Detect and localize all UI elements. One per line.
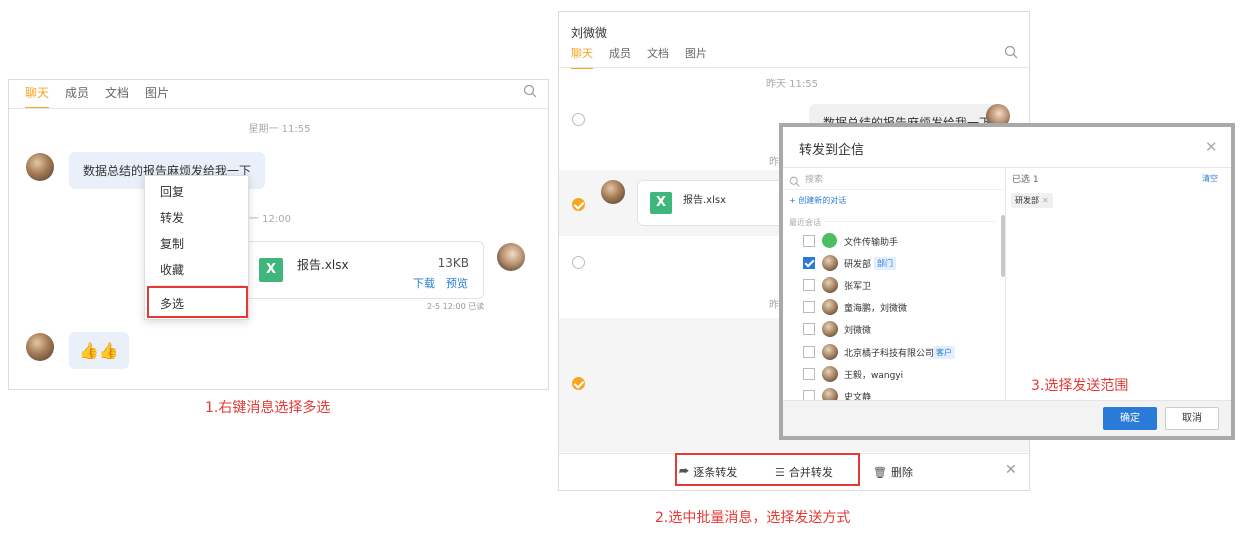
trash-icon: 🗑	[873, 465, 887, 479]
timestamp: 星期一 11:55	[248, 124, 311, 135]
dialog-header-divider	[783, 167, 1231, 168]
select-message-radio[interactable]	[572, 377, 585, 390]
step-caption-3: 3.选择发送范围	[1031, 378, 1129, 394]
column-divider	[1005, 168, 1006, 400]
menu-item-favorite[interactable]: 收藏	[160, 261, 184, 278]
contact-tag: 部门	[874, 257, 896, 270]
contact-avatar	[822, 277, 838, 293]
tab-members[interactable]: 成员	[65, 84, 89, 109]
excel-file-icon: X	[650, 192, 672, 214]
contact-avatar	[822, 255, 838, 271]
menu-item-reply[interactable]: 回复	[160, 183, 184, 200]
search-icon[interactable]	[523, 83, 537, 98]
cancel-button[interactable]: 取消	[1165, 407, 1219, 430]
contact-checkbox[interactable]	[803, 279, 815, 291]
contact-checkbox[interactable]	[803, 301, 815, 313]
contact-checkbox[interactable]	[803, 257, 815, 269]
chat-tabs: 聊天 成员 文档 图片	[25, 84, 185, 109]
contact-checkbox[interactable]	[803, 323, 815, 335]
file-name: 报告.xlsx	[297, 258, 349, 272]
tab-docs[interactable]: 文档	[105, 84, 129, 109]
excel-file-icon: X	[259, 258, 283, 282]
close-icon[interactable]: ✕	[1205, 138, 1218, 156]
contact-avatar	[822, 366, 838, 382]
avatar	[26, 153, 54, 181]
select-message-radio[interactable]	[572, 113, 585, 126]
emoji-message[interactable]: 👍👍	[69, 332, 129, 369]
contact-search-input[interactable]: 搜索	[805, 172, 995, 185]
contact-checkbox[interactable]	[803, 235, 815, 247]
contact-name: 北京橘子科技有限公司	[844, 349, 935, 359]
tab-images[interactable]: 图片	[145, 84, 169, 109]
tabs-divider	[559, 67, 1029, 68]
search-icon[interactable]	[1004, 44, 1018, 59]
folder-icon	[822, 233, 837, 248]
avatar	[26, 333, 54, 361]
chat-panel-left: 聊天 成员 文档 图片 星期一 11:55 数据总结的报告麻烦发给我一下 星期一…	[8, 79, 549, 390]
remove-chip-icon[interactable]: ✕	[1042, 196, 1049, 205]
avatar	[601, 180, 625, 204]
contact-checkbox[interactable]	[803, 346, 815, 358]
timestamp: 昨天 11:55	[766, 79, 818, 90]
menu-item-copy[interactable]: 复制	[160, 235, 184, 252]
create-chat-link[interactable]: + 创建新的对话	[789, 195, 846, 206]
tab-members[interactable]: 成员	[609, 45, 631, 69]
step-caption-2: 2.选中批量消息，选择发送方式	[655, 510, 851, 526]
close-icon[interactable]: ✕	[1005, 462, 1017, 478]
clear-button[interactable]: 清空	[1202, 173, 1218, 184]
tabs-divider	[9, 108, 548, 109]
contact-avatar	[822, 321, 838, 337]
contact-tag: 客户	[933, 346, 955, 359]
contact-name: 刘微微	[844, 326, 872, 336]
timestamp: 昨	[769, 300, 779, 311]
file-size: 13KB	[437, 256, 469, 270]
tab-images[interactable]: 图片	[685, 45, 707, 69]
contact-name: 文件传输助手	[844, 238, 899, 248]
preview-link[interactable]: 预览	[446, 275, 468, 291]
contact-name: 王毅，wangyi	[844, 371, 904, 381]
timestamp: 昨	[769, 157, 779, 168]
file-name: 报告.xlsx	[683, 195, 727, 206]
select-message-radio[interactable]	[572, 198, 585, 211]
contact-name: 研发部	[844, 260, 872, 270]
selected-chip[interactable]: 研发部 ✕	[1011, 193, 1053, 208]
contact-checkbox[interactable]	[803, 368, 815, 380]
contact-avatar	[822, 299, 838, 315]
highlight-forward-options	[675, 453, 860, 486]
search-divider	[783, 189, 1005, 190]
chat-tabs: 聊天 成员 文档 图片	[571, 45, 723, 69]
tab-chat[interactable]: 聊天	[571, 45, 593, 69]
download-link[interactable]: 下载	[413, 275, 435, 291]
dialog-title: 转发到企信	[799, 143, 865, 158]
chat-title: 刘微微	[571, 26, 608, 40]
select-message-radio[interactable]	[572, 256, 585, 269]
contact-name: 童海鹏，刘微微	[844, 304, 908, 314]
highlight-multiselect	[147, 286, 248, 318]
contact-avatar	[822, 344, 838, 360]
dialog-footer	[783, 400, 1231, 436]
forward-dialog: 转发到企信 ✕ 搜索 + 创建新的对话 最近会话 文件传输助手 研发部 部门 张…	[783, 127, 1231, 436]
file-message[interactable]: X 报告.xlsx 13KB 下载 预览	[244, 241, 484, 299]
file-message[interactable]: X 报告.xlsx	[637, 180, 797, 226]
avatar	[497, 243, 525, 271]
recent-label: 最近会话	[789, 218, 821, 227]
search-icon	[789, 172, 800, 187]
step-caption-1: 1.右键消息选择多选	[205, 400, 331, 416]
selected-count: 已选 1	[1012, 175, 1039, 185]
tab-chat[interactable]: 聊天	[25, 84, 50, 109]
delete-button[interactable]: 🗑 删除	[873, 464, 913, 480]
confirm-button[interactable]: 确定	[1103, 407, 1157, 430]
contact-name: 张军卫	[844, 282, 872, 292]
menu-item-forward[interactable]: 转发	[160, 209, 184, 226]
read-status: 2-5 12:00 已读	[427, 302, 485, 311]
tab-docs[interactable]: 文档	[647, 45, 669, 69]
recent-divider	[825, 221, 995, 222]
